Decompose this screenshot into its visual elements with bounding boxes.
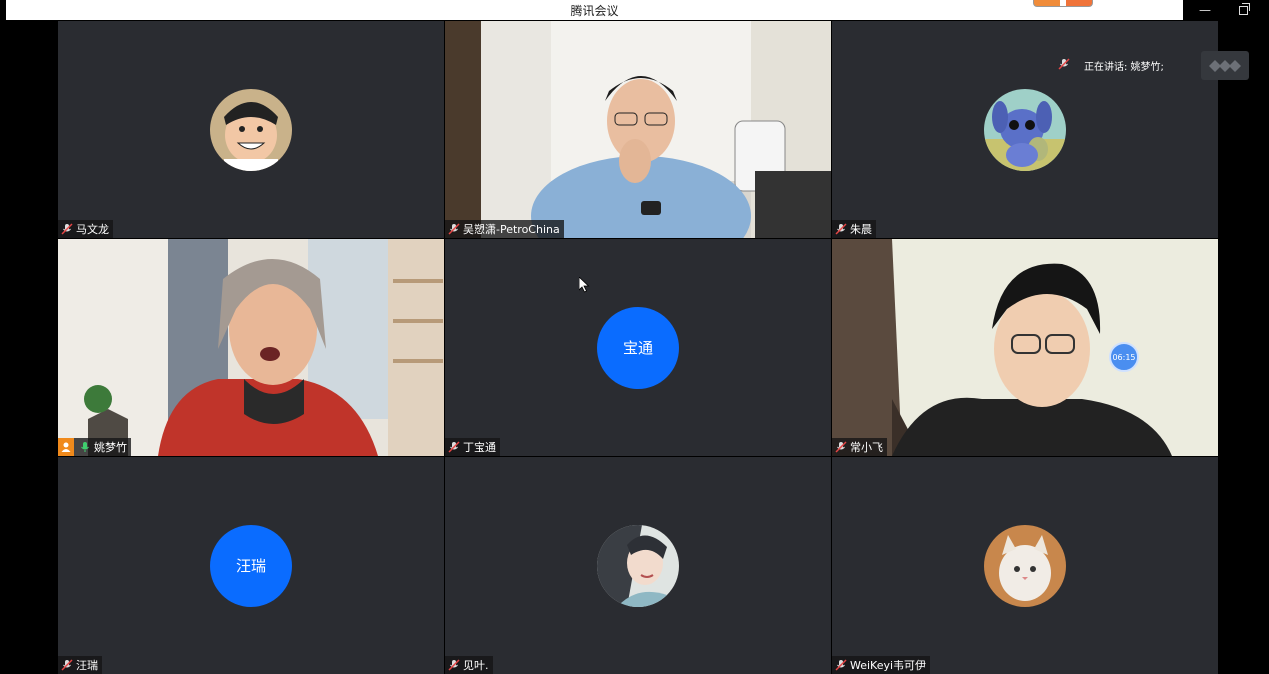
speaking-indicator: 正在讲话: 姚梦竹;	[1058, 58, 1164, 73]
mic-muted-icon	[448, 223, 460, 235]
host-badge-icon	[58, 438, 74, 456]
mic-muted-icon	[1058, 58, 1070, 73]
participant-name-tag: WeiKeyi韦可伊	[832, 656, 931, 674]
participant-tile[interactable]: 宝通 丁宝通	[445, 239, 831, 456]
speaking-label: 正在讲话: 姚梦竹;	[1084, 62, 1164, 73]
participant-name: 吴愬潇-PetroChina	[463, 223, 560, 236]
video-feed	[832, 239, 1218, 456]
cartoon-boy-avatar-icon	[210, 88, 292, 171]
participant-name: 马文龙	[76, 223, 109, 236]
participant-name: 汪瑞	[76, 659, 98, 672]
minimize-button[interactable]: —	[1190, 0, 1220, 20]
mic-muted-icon	[835, 659, 847, 671]
participant-name: 朱晨	[850, 223, 872, 236]
participant-name: 姚梦竹	[94, 441, 127, 454]
participant-video-tile-active-speaker[interactable]: 姚梦竹	[58, 239, 444, 456]
mic-muted-icon	[835, 223, 847, 235]
video-feed	[58, 239, 444, 456]
window-titlebar: 腾讯会议	[6, 0, 1183, 20]
participant-name-tag: 见叶.	[445, 656, 493, 674]
window-title: 腾讯会议	[570, 3, 619, 18]
blue-alien-avatar-icon	[984, 88, 1066, 171]
participant-name-tag: 汪瑞	[58, 656, 102, 674]
participant-name-tag: 常小飞	[832, 438, 887, 456]
mic-muted-icon	[448, 659, 460, 671]
mic-muted-icon	[61, 223, 73, 235]
view-toggle-button[interactable]	[1201, 51, 1249, 80]
restore-icon	[1238, 2, 1250, 15]
participant-tile[interactable]: 朱晨	[832, 21, 1218, 238]
participant-name-tag: 姚梦竹	[58, 438, 131, 456]
mic-muted-icon	[835, 441, 847, 453]
mic-active-icon	[79, 441, 91, 453]
participant-name: 见叶.	[463, 659, 489, 672]
participant-name-tag: 丁宝通	[445, 438, 500, 456]
girl-illustration-avatar-icon	[597, 524, 679, 607]
name-avatar: 宝通	[597, 306, 679, 389]
restore-button[interactable]	[1228, 0, 1258, 20]
name-avatar: 汪瑞	[210, 524, 292, 607]
mic-muted-icon	[448, 441, 460, 453]
participant-name: 丁宝通	[463, 441, 496, 454]
participant-tile[interactable]: 汪瑞 汪瑞	[58, 457, 444, 674]
meeting-timer-badge[interactable]: 06:15	[1109, 342, 1139, 372]
cat-avatar-icon	[984, 524, 1066, 607]
mic-muted-icon	[61, 659, 73, 671]
participant-tile[interactable]: 见叶.	[445, 457, 831, 674]
participant-tile[interactable]: WeiKeyi韦可伊	[832, 457, 1218, 674]
participant-video-tile[interactable]: 吴愬潇-PetroChina	[445, 21, 831, 238]
view-toggle-icon	[1209, 59, 1241, 72]
participant-name-tag: 马文龙	[58, 220, 113, 238]
participant-name: 常小飞	[850, 441, 883, 454]
participant-tile[interactable]: 马文龙	[58, 21, 444, 238]
participant-name: WeiKeyi韦可伊	[850, 659, 927, 672]
participant-name-tag: 朱晨	[832, 220, 876, 238]
video-feed	[445, 21, 831, 238]
participant-video-tile[interactable]: 常小飞	[832, 239, 1218, 456]
app-logo-icon	[1033, 0, 1093, 7]
mouse-cursor-icon	[578, 276, 590, 297]
participant-name-tag: 吴愬潇-PetroChina	[445, 220, 564, 238]
